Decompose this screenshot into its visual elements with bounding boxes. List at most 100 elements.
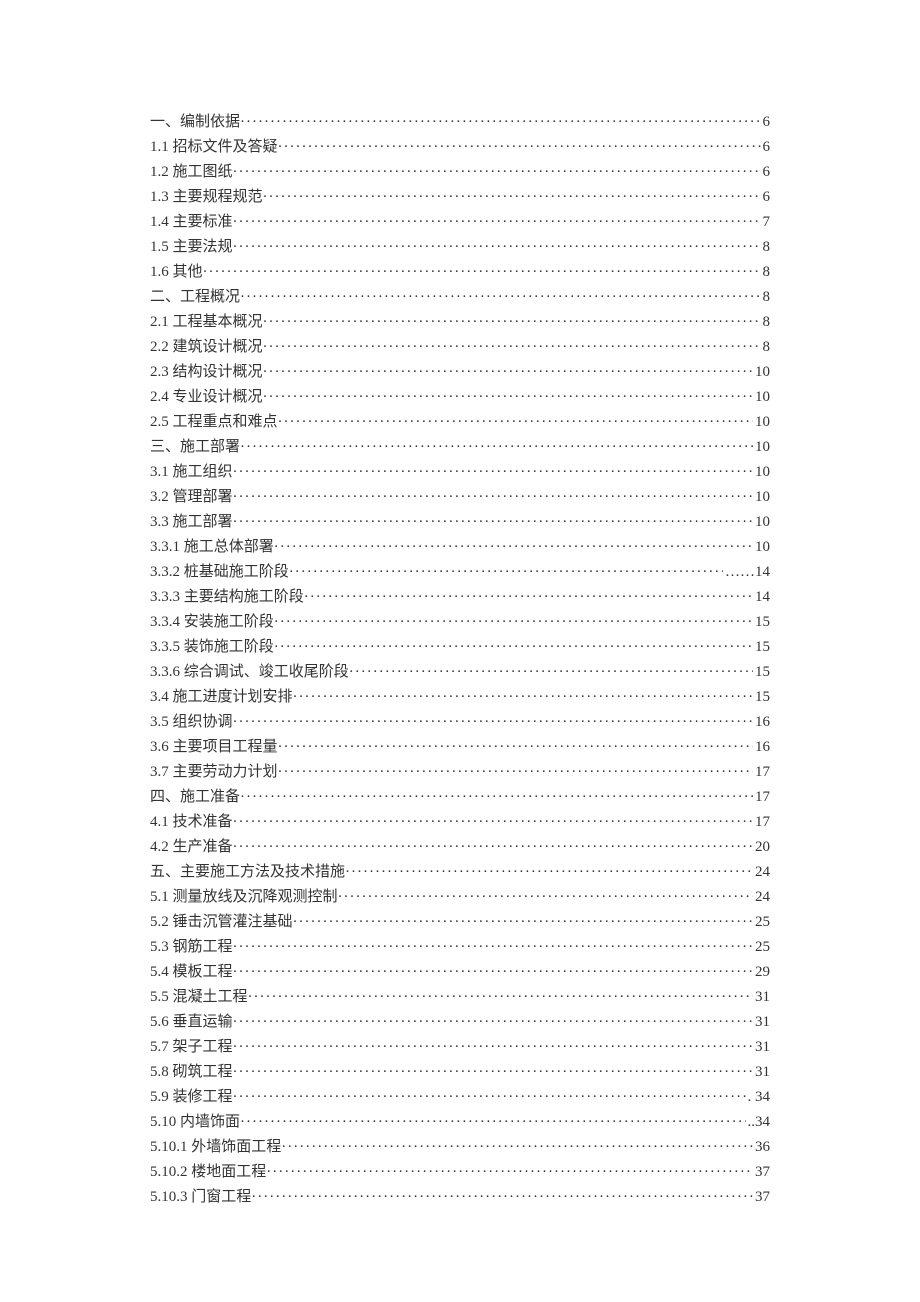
toc-page-number: 31 — [753, 1035, 770, 1060]
toc-entry: 四、施工准备··································… — [150, 785, 770, 810]
toc-title: 3.2 管理部署 — [150, 485, 233, 510]
toc-entry: 1.3 主要规程规范······························… — [150, 185, 770, 210]
toc-entry: 三、施工部署··································… — [150, 435, 770, 460]
toc-leader-dots: ········································… — [293, 685, 753, 710]
toc-title: 五、主要施工方法及技术措施 — [150, 860, 345, 885]
toc-title: 3.1 施工组织 — [150, 460, 233, 485]
toc-entry: 5.1 测量放线及沉降观测控制·························… — [150, 885, 770, 910]
toc-leader-dots: ········································… — [233, 810, 753, 835]
toc-title: 3.3.3 主要结构施工阶段 — [150, 585, 304, 610]
toc-entry: 3.3.2 桩基础施工阶段···························… — [150, 560, 770, 585]
toc-title: 5.10.1 外墙饰面工程 — [150, 1135, 281, 1160]
toc-leader-dots: ········································… — [263, 185, 761, 210]
toc-leader-dots: ········································… — [278, 410, 753, 435]
toc-page-number: 36 — [753, 1135, 770, 1160]
toc-entry: 五、主要施工方法及技术措施···························… — [150, 860, 770, 885]
toc-leader-dots: ········································… — [338, 885, 753, 910]
toc-entry: 5.10.3 门窗工程·····························… — [150, 1185, 770, 1210]
toc-title: 5.3 钢筋工程 — [150, 935, 233, 960]
toc-leader-dots: ········································… — [233, 1010, 753, 1035]
toc-leader-dots: ········································… — [233, 1085, 746, 1110]
toc-title: 二、工程概况 — [150, 285, 240, 310]
toc-entry: 5.9 装修工程································… — [150, 1085, 770, 1110]
toc-page-number: 20 — [753, 835, 770, 860]
toc-page-number: . 34 — [746, 1085, 771, 1110]
toc-entry: 2.1 工程基本概况······························… — [150, 310, 770, 335]
toc-title: 5.5 混凝土工程 — [150, 985, 248, 1010]
toc-title: 5.10.3 门窗工程 — [150, 1185, 251, 1210]
toc-leader-dots: ········································… — [274, 610, 753, 635]
toc-entry: 1.1 招标文件及答疑·····························… — [150, 135, 770, 160]
toc-entry: 3.3.3 主要结构施工阶段··························… — [150, 585, 770, 610]
toc-entry: 2.2 建筑设计概况······························… — [150, 335, 770, 360]
toc-page-number: 24 — [753, 885, 770, 910]
toc-entry: 5.2 锤击沉管灌注基础····························… — [150, 910, 770, 935]
toc-title: 3.3 施工部署 — [150, 510, 233, 535]
toc-page-number: 31 — [753, 1060, 770, 1085]
toc-title: 2.5 工程重点和难点 — [150, 410, 278, 435]
toc-page-number: 37 — [753, 1185, 770, 1210]
toc-entry: 5.7 架子工程································… — [150, 1035, 770, 1060]
toc-entry: 2.5 工程重点和难点·····························… — [150, 410, 770, 435]
toc-page-number: 14 — [753, 585, 770, 610]
toc-leader-dots: ········································… — [233, 460, 753, 485]
toc-leader-dots: ········································… — [240, 1110, 745, 1135]
toc-leader-dots: ········································… — [233, 1060, 753, 1085]
toc-entry: 3.5 组织协调································… — [150, 710, 770, 735]
toc-page-number: 8 — [761, 285, 771, 310]
toc-leader-dots: ········································… — [345, 860, 753, 885]
toc-page-number: 25 — [753, 910, 770, 935]
toc-title: 3.3.1 施工总体部署 — [150, 535, 274, 560]
toc-title: 1.1 招标文件及答疑 — [150, 135, 278, 160]
toc-leader-dots: ········································… — [278, 760, 753, 785]
toc-page-number: 31 — [753, 1010, 770, 1035]
toc-entry: 1.6 其他··································… — [150, 260, 770, 285]
toc-entry: 二、工程概况··································… — [150, 285, 770, 310]
toc-leader-dots: ········································… — [233, 210, 761, 235]
toc-page-number: ..34 — [746, 1110, 771, 1135]
toc-entry: 3.3.5 装饰施工阶段····························… — [150, 635, 770, 660]
toc-leader-dots: ········································… — [248, 985, 753, 1010]
toc-entry: 3.3.1 施工总体部署····························… — [150, 535, 770, 560]
toc-page-number: 10 — [753, 435, 770, 460]
toc-entry: 2.3 结构设计概况······························… — [150, 360, 770, 385]
toc-leader-dots: ········································… — [278, 135, 761, 160]
toc-title: 1.6 其他 — [150, 260, 203, 285]
toc-leader-dots: ········································… — [349, 660, 753, 685]
toc-entry: 5.5 混凝土工程·······························… — [150, 985, 770, 1010]
toc-title: 1.4 主要标准 — [150, 210, 233, 235]
toc-leader-dots: ········································… — [233, 160, 761, 185]
toc-page-number: 8 — [761, 335, 771, 360]
toc-entry: 4.2 生产准备································… — [150, 835, 770, 860]
toc-title: 5.10.2 楼地面工程 — [150, 1160, 266, 1185]
toc-page-number: 10 — [753, 510, 770, 535]
toc-title: 5.7 架子工程 — [150, 1035, 233, 1060]
toc-leader-dots: ········································… — [203, 260, 761, 285]
toc-entry: 5.10.2 楼地面工程····························… — [150, 1160, 770, 1185]
toc-leader-dots: ········································… — [233, 235, 761, 260]
toc-page-number: 17 — [753, 810, 770, 835]
toc-title: 5.10 内墙饰面 — [150, 1110, 240, 1135]
toc-page-number: 15 — [753, 610, 770, 635]
toc-leader-dots: ········································… — [233, 1035, 753, 1060]
toc-leader-dots: ········································… — [240, 110, 760, 135]
toc-entry: 3.4 施工进度计划安排····························… — [150, 685, 770, 710]
toc-leader-dots: ········································… — [281, 1135, 753, 1160]
toc-leader-dots: ········································… — [233, 960, 753, 985]
toc-leader-dots: ········································… — [233, 485, 753, 510]
toc-title: 3.7 主要劳动力计划 — [150, 760, 278, 785]
toc-entry: 5.8 砌筑工程································… — [150, 1060, 770, 1085]
toc-page-number: 16 — [753, 710, 770, 735]
toc-leader-dots: ········································… — [233, 710, 753, 735]
toc-title: 3.4 施工进度计划安排 — [150, 685, 293, 710]
toc-title: 1.5 主要法规 — [150, 235, 233, 260]
toc-leader-dots: ········································… — [274, 635, 753, 660]
toc-leader-dots: ········································… — [278, 735, 753, 760]
toc-page-number: 10 — [753, 485, 770, 510]
toc-page-number: 6 — [761, 135, 771, 160]
toc-leader-dots: ········································… — [263, 385, 753, 410]
toc-page-number: 10 — [753, 385, 770, 410]
toc-leader-dots: ········································… — [240, 285, 760, 310]
toc-title: 5.2 锤击沉管灌注基础 — [150, 910, 293, 935]
toc-page-number: 7 — [761, 210, 771, 235]
